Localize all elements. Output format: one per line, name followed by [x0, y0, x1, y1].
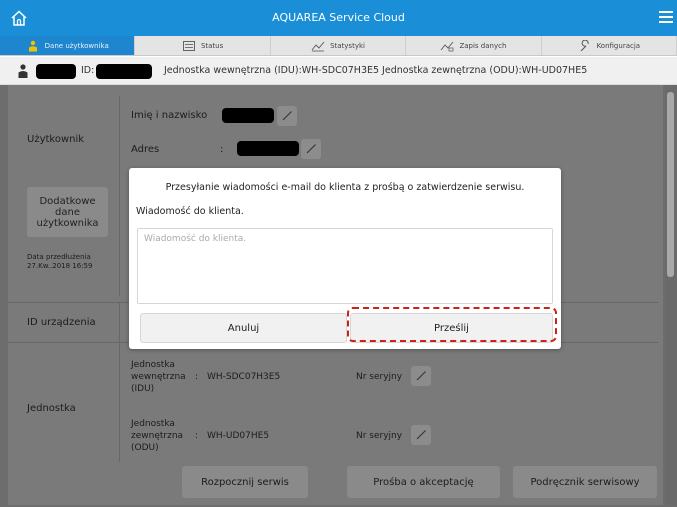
scrollbar-thumb[interactable]	[667, 92, 674, 277]
redacted-user-name	[36, 64, 76, 79]
user-section-label: Użytkownik	[27, 134, 85, 145]
tab-label: Zapis danych	[459, 41, 507, 50]
odu-model: WH-UD07HE5	[207, 431, 270, 441]
tab-label: Konfiguracja	[596, 41, 641, 50]
log-chart-icon	[441, 41, 454, 51]
odu-name-line: (ODU)	[131, 443, 159, 453]
odu-separator: :	[195, 431, 199, 441]
person-icon	[28, 40, 37, 51]
cancel-button[interactable]: Anuluj	[140, 313, 347, 343]
request-acceptance-button[interactable]: Prośba o akceptację	[347, 466, 500, 498]
button-line: użytkownika	[36, 217, 99, 229]
button-line: Dodatkowe	[39, 195, 96, 207]
additional-user-data-button[interactable]: Dodatkowe dane użytkownika	[27, 187, 108, 237]
odu-name: Jednostka zewnętrzna (ODU)	[131, 418, 183, 454]
tab-configuration[interactable]: Konfiguracja	[542, 36, 677, 55]
edit-idu-serial-button[interactable]	[411, 366, 431, 386]
address-label: Adres	[131, 144, 160, 155]
idu-model: WH-SDC07H3E5	[207, 372, 281, 382]
dialog-title: Przesyłanie wiadomości e-mail do klienta…	[165, 182, 525, 193]
unit-models-text: Jednostka wewnętrzna (IDU):WH-SDC07H3E5 …	[164, 65, 588, 76]
redacted-address	[237, 141, 299, 156]
tab-data-log[interactable]: Zapis danych	[406, 36, 542, 55]
service-manual-button[interactable]: Podręcznik serwisowy	[513, 466, 657, 498]
panel-icon	[183, 40, 195, 51]
edit-name-button[interactable]	[277, 106, 297, 126]
address-separator: :	[220, 144, 224, 155]
odu-name-line: Jednostka	[131, 419, 175, 429]
tab-bar: Dane użytkownika Status Statystyki Zapis…	[0, 36, 677, 56]
idu-name-line: (IDU)	[131, 384, 155, 394]
idu-separator: :	[195, 372, 199, 382]
message-textarea[interactable]	[137, 228, 553, 304]
odu-serial-label: Nr seryjny	[356, 431, 403, 441]
pencil-icon	[416, 371, 426, 381]
row-divider	[119, 96, 120, 296]
send-button-highlight	[347, 307, 557, 342]
start-service-button[interactable]: Rozpocznij serwis	[182, 466, 308, 498]
hamburger-menu-icon[interactable]	[659, 11, 673, 23]
idu-name: Jednostka wewnętrzna (IDU)	[131, 359, 186, 395]
pencil-icon	[306, 144, 316, 154]
app-header: AQUAREA Service Cloud	[0, 0, 677, 36]
tab-user-data[interactable]: Dane użytkownika	[0, 36, 136, 55]
extension-date-value: 27.Kw..2018 16:59	[27, 262, 93, 270]
message-label: Wiadomość do klienta.	[136, 206, 244, 217]
edit-odu-serial-button[interactable]	[411, 425, 431, 445]
tab-label: Dane użytkownika	[44, 41, 109, 50]
device-info-bar: ID: Jednostka wewnętrzna (IDU):WH-SDC07H…	[0, 57, 677, 85]
app-title: AQUAREA Service Cloud	[272, 11, 405, 24]
wrench-icon	[580, 39, 589, 51]
tab-status[interactable]: Status	[135, 36, 271, 55]
row-divider	[119, 302, 120, 342]
device-id-label: ID urządzenia	[27, 317, 96, 328]
redacted-device-id	[96, 64, 152, 79]
chart-icon	[311, 41, 325, 51]
odu-name-line: zewnętrzna	[131, 431, 184, 441]
idu-serial-label: Nr seryjny	[356, 372, 403, 382]
tab-label: Statystyki	[330, 41, 365, 50]
pencil-icon	[282, 111, 292, 121]
edit-address-button[interactable]	[301, 139, 321, 159]
tab-statistics[interactable]: Statystyki	[271, 36, 407, 55]
user-icon	[18, 64, 28, 78]
idu-name-line: wewnętrzna	[131, 372, 186, 382]
redacted-name	[222, 108, 274, 123]
id-label: ID:	[81, 65, 95, 76]
extension-date-label: Data przedłużenia	[27, 253, 91, 261]
idu-name-line: Jednostka	[131, 360, 175, 370]
name-label: Imię i nazwisko	[131, 110, 208, 121]
button-line: dane	[55, 206, 80, 218]
unit-section-label: Jednostka	[27, 403, 76, 414]
pencil-icon	[416, 430, 426, 440]
tab-label: Status	[200, 41, 224, 50]
row-divider	[119, 342, 120, 462]
